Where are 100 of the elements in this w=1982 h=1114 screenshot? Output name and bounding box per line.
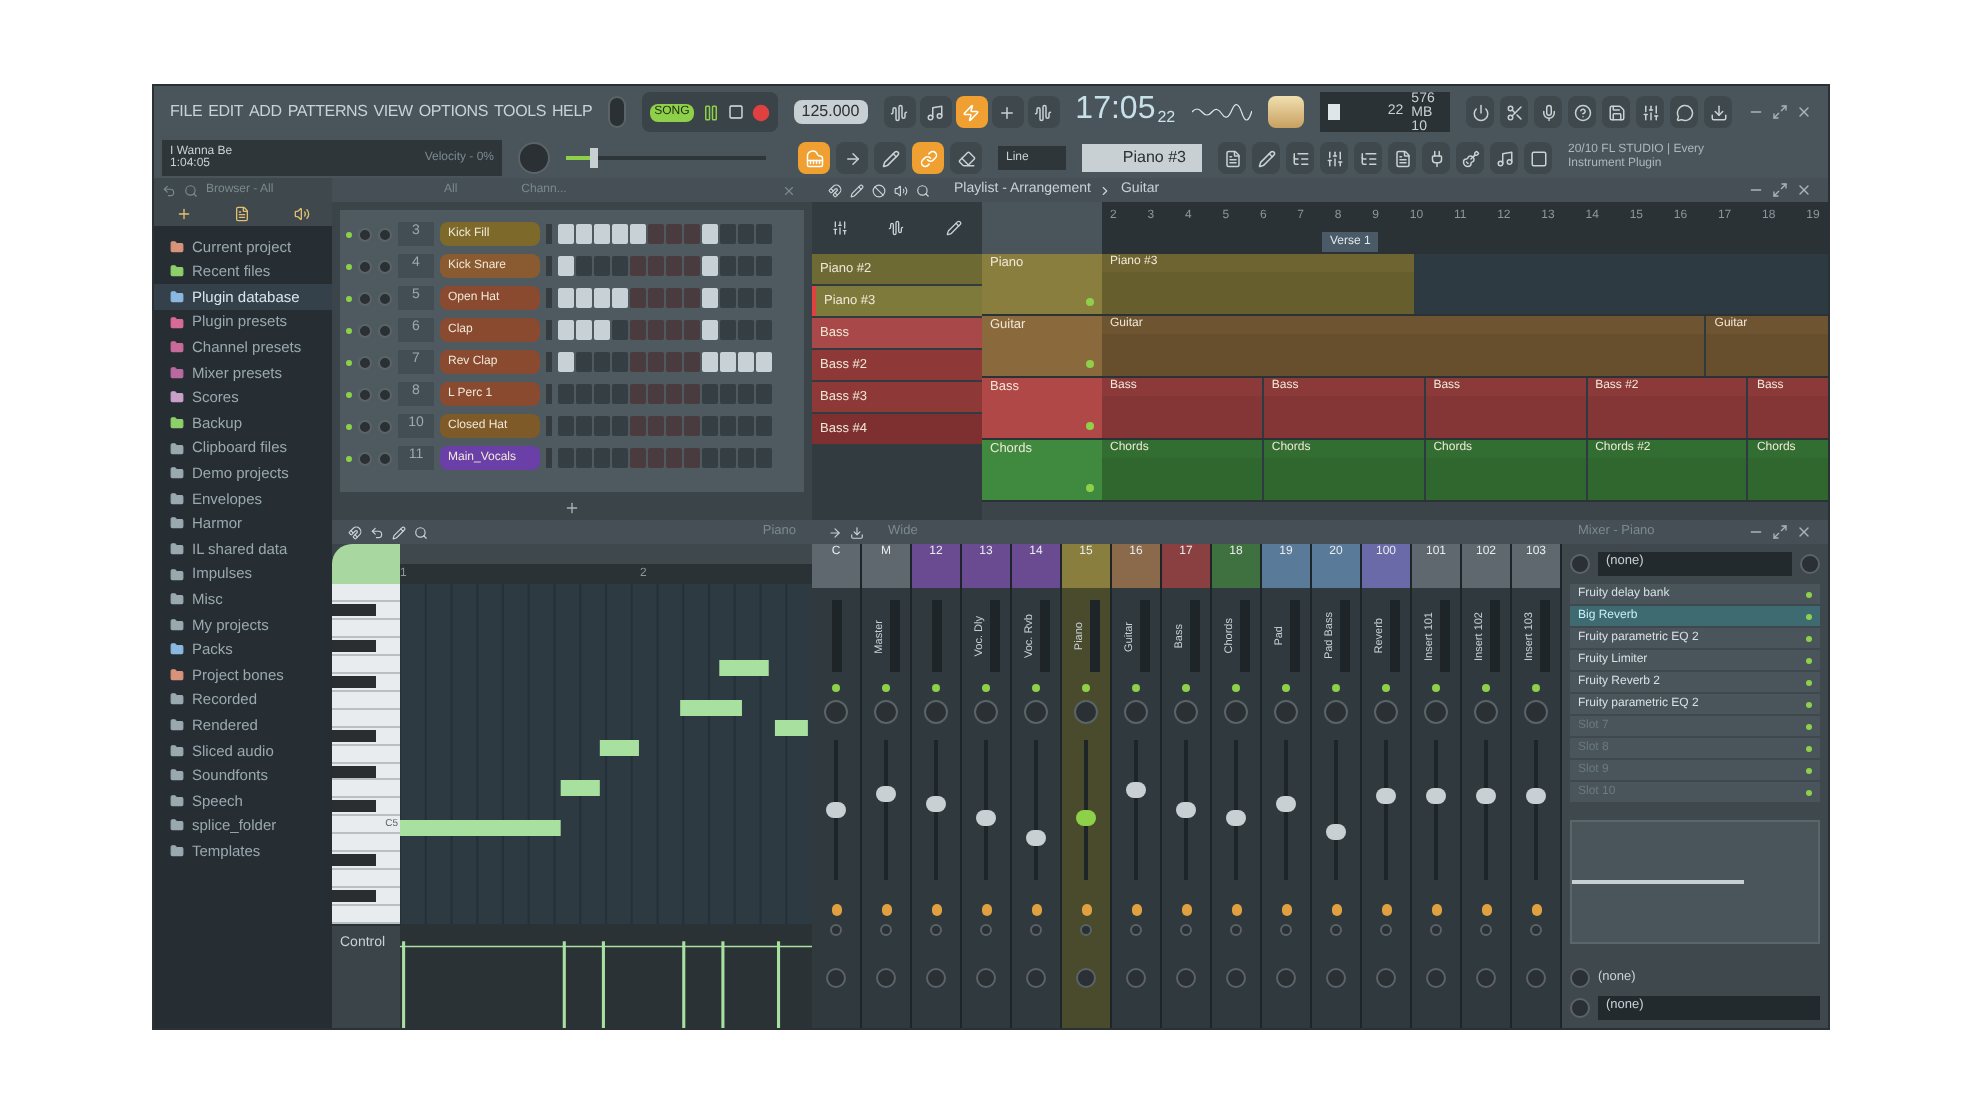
led-icon[interactable] [932,684,940,692]
knob[interactable] [1030,924,1042,936]
step-button[interactable] [558,224,574,244]
magnet-icon[interactable] [828,183,842,197]
plug-button[interactable] [1422,142,1450,174]
led-icon[interactable] [1232,684,1240,692]
pan-icon[interactable] [1131,904,1141,916]
knob[interactable] [826,968,846,988]
arrow-icon[interactable] [828,525,842,539]
pan-icon[interactable] [1431,904,1441,916]
download-button[interactable] [1704,96,1732,128]
zoom-icon[interactable] [916,183,930,197]
step-button[interactable] [702,288,718,308]
toolbar-button[interactable] [919,96,952,128]
knob[interactable] [1430,924,1442,936]
sharp-key[interactable] [332,603,376,616]
chat-bubble-button[interactable] [1670,96,1698,128]
step-button[interactable] [594,288,610,308]
zoom-icon[interactable] [414,525,428,539]
fader-thumb[interactable] [1426,788,1446,804]
knob[interactable] [1800,554,1820,574]
fader-thumb[interactable] [1076,809,1096,825]
knob[interactable] [1124,700,1148,724]
microphone-button[interactable] [1534,96,1562,128]
tree-button[interactable] [1354,142,1382,174]
knob[interactable] [1526,968,1546,988]
music-button[interactable] [1490,142,1518,174]
led-icon[interactable] [1282,684,1290,692]
pencil-button[interactable] [1252,142,1280,174]
knob[interactable] [980,924,992,936]
step-button[interactable] [720,352,736,372]
fader-thumb[interactable] [1276,795,1296,811]
fader-thumb[interactable] [1176,802,1196,818]
speaker-icon[interactable] [894,183,908,197]
toolbar-button[interactable] [955,96,988,128]
close-icon[interactable] [1796,182,1812,198]
stop-icon[interactable] [727,104,744,120]
sharp-key[interactable] [332,890,376,903]
fader-thumb[interactable] [1376,788,1396,804]
knob[interactable] [1126,968,1146,988]
tool-button[interactable] [950,142,982,174]
led-icon[interactable] [1382,684,1390,692]
toolbar-button[interactable] [1027,96,1060,128]
pan-icon[interactable] [1331,904,1341,916]
step-button[interactable] [756,352,772,372]
led-icon[interactable] [346,359,352,365]
menu-item[interactable]: HELP [551,100,593,124]
knob[interactable] [824,700,848,724]
knob[interactable] [1276,968,1296,988]
knob[interactable] [1274,700,1298,724]
mute-tool-icon[interactable] [872,183,886,197]
tool-button[interactable] [874,142,906,174]
step-button[interactable] [558,320,574,340]
sharp-key[interactable] [332,854,376,867]
scissors-button[interactable] [1500,96,1528,128]
led-icon[interactable] [882,684,890,692]
knob[interactable] [1026,968,1046,988]
toolbar-button[interactable] [883,96,916,128]
knob[interactable] [1076,968,1096,988]
plus-icon[interactable] [175,206,192,222]
knob[interactable] [924,700,948,724]
knob[interactable] [974,700,998,724]
led-icon[interactable] [346,295,352,301]
automation-icon[interactable] [945,220,962,236]
sharp-key[interactable] [332,765,376,777]
knob[interactable] [880,924,892,936]
led-icon[interactable] [1532,684,1540,692]
menu-item[interactable]: EDIT [208,100,244,124]
eq-graph[interactable] [1570,820,1820,944]
knob[interactable] [1530,924,1542,936]
knob[interactable] [1376,968,1396,988]
save-button[interactable] [1602,96,1630,128]
pan-icon[interactable] [981,904,991,916]
fader-thumb[interactable] [1526,788,1546,804]
step-button[interactable] [612,224,628,244]
led-icon[interactable] [1332,684,1340,692]
piano-key[interactable] [332,798,400,817]
tempo-field[interactable]: 125.000 [793,100,868,124]
knob[interactable] [976,968,996,988]
step-button[interactable] [702,256,718,276]
knob[interactable] [1330,924,1342,936]
knob[interactable] [1226,968,1246,988]
knob[interactable] [1080,924,1092,936]
knob[interactable] [830,924,842,936]
tool-button[interactable] [836,142,868,174]
led-icon[interactable] [346,327,352,333]
fader-thumb[interactable] [926,795,946,811]
menu-item[interactable]: FILE [170,100,203,124]
pan-icon[interactable] [1081,904,1091,916]
step-button[interactable] [576,320,592,340]
close-icon[interactable] [1796,104,1812,120]
knob[interactable] [876,968,896,988]
led-icon[interactable] [346,231,352,237]
sharp-key[interactable] [332,639,376,652]
speaker-icon[interactable] [294,206,311,222]
knob[interactable] [1380,924,1392,936]
knob[interactable] [1280,924,1292,936]
knob[interactable] [1524,700,1548,724]
knob[interactable] [1480,924,1492,936]
knob[interactable] [1180,924,1192,936]
